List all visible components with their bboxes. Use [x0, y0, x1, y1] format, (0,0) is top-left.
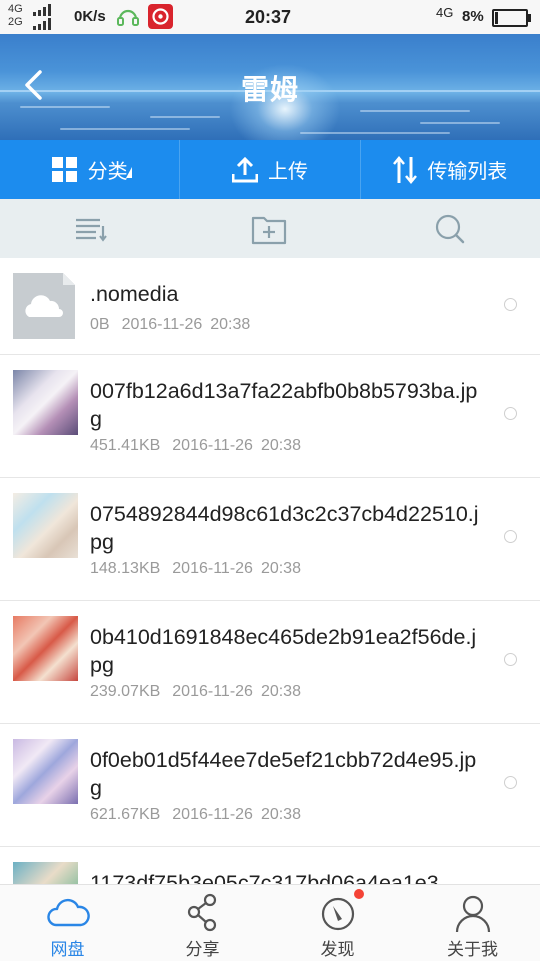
share-icon [187, 893, 216, 932]
select-radio[interactable] [504, 407, 517, 420]
user-icon [455, 895, 490, 933]
new-folder-icon[interactable] [251, 211, 287, 247]
battery-icon [492, 9, 531, 27]
network-speed: 0K/s [74, 8, 106, 25]
file-time: 20:38 [260, 437, 301, 454]
file-time: 20:38 [260, 683, 301, 700]
file-date: 2016-11-26 [172, 437, 253, 454]
file-date: 2016-11-26 [121, 316, 203, 333]
network-type: 4G 2G [8, 3, 23, 29]
select-radio[interactable] [504, 530, 517, 543]
clock: 20:37 [245, 7, 292, 27]
list-item[interactable]: 0b410d1691848ec465de2b91ea2f56de.jpg 239… [0, 601, 540, 724]
nav-netdisk[interactable]: 网盘 [0, 885, 135, 961]
signal-icon-2 [33, 18, 51, 30]
file-meta: 621.67KB 2016-11-26 20:38 [90, 806, 301, 824]
grid-icon [51, 156, 77, 182]
image-thumbnail [13, 739, 78, 804]
network-bottom-label: 2G [8, 16, 23, 28]
file-meta: 0B 2016-11-26 20:38 [90, 316, 250, 334]
header: 雷姆 [0, 34, 540, 140]
list-item[interactable]: 0f0eb01d5f44ee7de5ef21cbb72d4e95.jpg 621… [0, 724, 540, 847]
headset-app-icon [117, 9, 139, 26]
sort-list-icon[interactable] [72, 211, 108, 247]
notification-badge [354, 889, 364, 899]
file-name: 0f0eb01d5f44ee7de5ef21cbb72d4e95.jpg [90, 748, 477, 800]
image-thumbnail [13, 616, 78, 681]
action-bar: 分类 上传 传输列表 [0, 140, 540, 199]
file-meta: 239.07KB 2016-11-26 20:38 [90, 683, 301, 701]
network-type-right: 4G [436, 5, 454, 20]
transfer-list-button[interactable]: 传输列表 [361, 140, 540, 199]
file-size: 451.41KB [90, 437, 161, 454]
file-size: 0B [90, 316, 110, 333]
file-size: 239.07KB [90, 683, 161, 700]
status-bar: 4G 2G 0K/s 20:37 4G 8% [0, 0, 540, 34]
select-radio[interactable] [504, 298, 517, 311]
signal-icon [33, 4, 51, 16]
dropdown-caret-icon [126, 167, 132, 178]
upload-icon [231, 156, 258, 182]
list-item[interactable]: 0754892844d98c61d3c2c37cb4d22510.jpg 148… [0, 478, 540, 601]
select-radio[interactable] [504, 776, 517, 789]
file-time: 20:38 [260, 806, 301, 823]
file-date: 2016-11-26 [172, 560, 253, 577]
bottom-nav: 网盘 分享 发现 关于我 [0, 884, 540, 961]
file-meta: 148.13KB 2016-11-26 20:38 [90, 560, 301, 578]
upload-button[interactable]: 上传 [180, 140, 361, 199]
image-thumbnail [13, 862, 78, 884]
image-thumbnail [13, 493, 78, 558]
file-name: 007fb12a6d13a7fa22abfb0b8b5793ba.jpg [90, 379, 478, 431]
category-button[interactable]: 分类 [0, 140, 181, 199]
list-item[interactable]: 007fb12a6d13a7fa22abfb0b8b5793ba.jpg 451… [0, 355, 540, 478]
list-item[interactable]: 1173df75b3e05c7c317bd06a4ea1e3 [0, 847, 540, 884]
nav-about[interactable]: 关于我 [405, 885, 540, 961]
file-list: .nomedia 0B 2016-11-26 20:38 007fb12a6d13a… [0, 258, 540, 884]
compass-icon [321, 897, 354, 931]
transfer-arrows-icon [393, 155, 418, 184]
image-thumbnail [13, 370, 78, 435]
category-label: 分类 [87, 159, 128, 183]
cloud-placeholder-thumbnail [13, 273, 78, 339]
file-name: 0754892844d98c61d3c2c37cb4d22510.jpg [90, 502, 479, 554]
nav-netdisk-label: 网盘 [50, 940, 85, 960]
search-icon[interactable] [432, 211, 468, 247]
file-date: 2016-11-26 [172, 806, 253, 823]
file-meta: 451.41KB 2016-11-26 20:38 [90, 437, 301, 455]
nav-discover-label: 发现 [320, 940, 355, 960]
nav-about-label: 关于我 [447, 940, 498, 960]
list-item[interactable]: .nomedia 0B 2016-11-26 20:38 [0, 258, 540, 355]
battery-percent: 8% [462, 8, 484, 25]
select-radio[interactable] [504, 653, 517, 666]
toolbar [0, 199, 540, 258]
file-name: 0b410d1691848ec465de2b91ea2f56de.jpg [90, 625, 477, 677]
file-time: 20:38 [210, 316, 251, 333]
upload-label: 上传 [267, 159, 308, 183]
page-title: 雷姆 [240, 73, 299, 106]
file-size: 621.67KB [90, 806, 161, 823]
nav-share[interactable]: 分享 [135, 885, 270, 961]
nav-discover[interactable]: 发现 [270, 885, 405, 961]
file-name: 1173df75b3e05c7c317bd06a4ea1e3 [90, 871, 439, 884]
file-date: 2016-11-26 [172, 683, 253, 700]
music-app-icon [148, 4, 173, 29]
nav-share-label: 分享 [185, 940, 220, 960]
file-size: 148.13KB [90, 560, 161, 577]
file-name: .nomedia [90, 282, 179, 306]
cloud-icon [46, 898, 90, 927]
network-top-label: 4G [8, 3, 23, 15]
file-time: 20:38 [260, 560, 301, 577]
transfer-list-label: 传输列表 [427, 159, 508, 183]
